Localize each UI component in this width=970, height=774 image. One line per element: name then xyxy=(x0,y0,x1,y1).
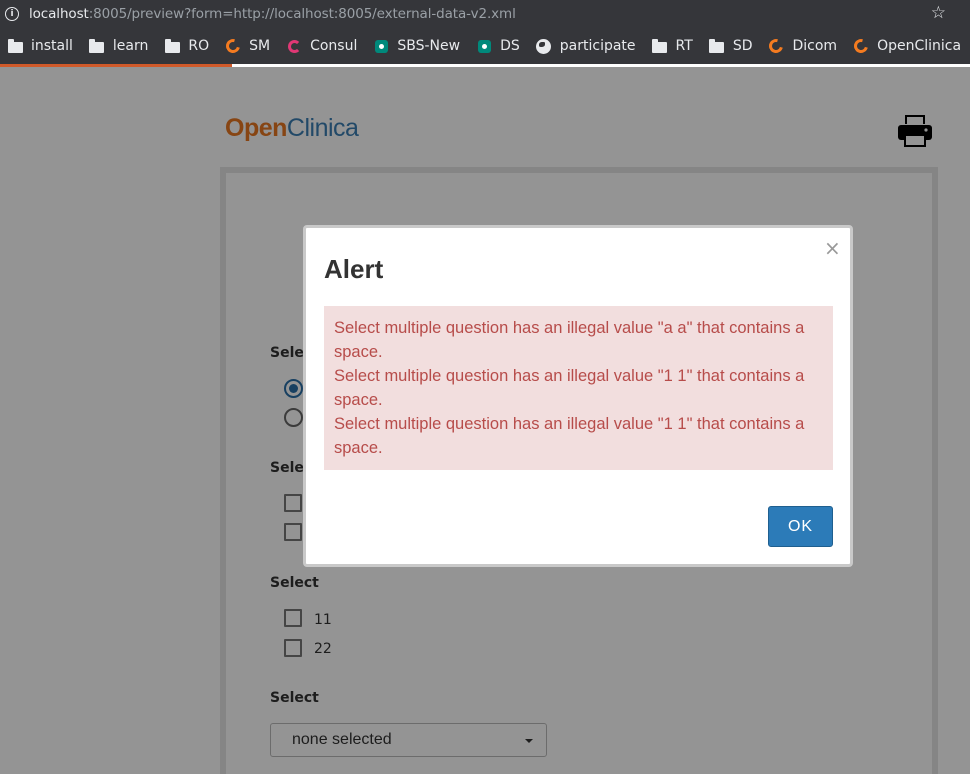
bookmark-label: Dicom xyxy=(792,38,838,54)
url-host: localhost xyxy=(29,6,89,22)
bookmark-ds[interactable]: DS xyxy=(476,38,520,54)
openclinica-icon xyxy=(851,36,871,56)
ok-button[interactable]: OK xyxy=(768,506,833,547)
close-icon[interactable]: × xyxy=(824,236,841,260)
bookmark-label: participate xyxy=(559,38,636,54)
info-icon[interactable]: i xyxy=(5,7,19,21)
bookmark-label: learn xyxy=(112,38,149,54)
bookmark-install[interactable]: install xyxy=(7,38,73,54)
bookmark-label: DS xyxy=(500,38,520,54)
error-message: Select multiple question has an illegal … xyxy=(334,367,805,409)
bookmark-consul[interactable]: Consul xyxy=(286,38,357,54)
bookmark-sd[interactable]: SD xyxy=(709,38,753,54)
bookmark-label: OpenClinica xyxy=(877,38,962,54)
consul-icon xyxy=(287,39,301,53)
bookmark-label: RO xyxy=(188,38,210,54)
bookmark-star-icon[interactable]: ☆ xyxy=(931,3,946,23)
meet-icon xyxy=(477,39,491,53)
folder-icon xyxy=(709,38,725,53)
dialog-title: Alert xyxy=(324,254,384,284)
bookmark-rt[interactable]: RT xyxy=(652,38,693,54)
bookmark-label: SD xyxy=(732,38,753,54)
bookmark-label: install xyxy=(31,38,73,54)
bookmark-dicom[interactable]: Dicom xyxy=(766,36,838,56)
bookmarks-bar: install learn RO SM Consul SBS-New DS pa… xyxy=(0,28,970,64)
alert-dialog: Alert × Select multiple question has an … xyxy=(303,225,853,567)
bookmark-label: SM xyxy=(249,38,271,54)
url-text[interactable]: localhost:8005/preview?form=http://local… xyxy=(29,6,516,22)
bookmark-ro[interactable]: RO xyxy=(164,38,209,54)
error-message-box: Select multiple question has an illegal … xyxy=(324,306,833,470)
address-bar[interactable]: i localhost:8005/preview?form=http://loc… xyxy=(0,0,970,28)
folder-icon xyxy=(7,38,23,53)
error-message: Select multiple question has an illegal … xyxy=(334,415,805,457)
bookmark-participate[interactable]: participate xyxy=(536,38,636,54)
url-path: :8005/preview?form=http://localhost:8005… xyxy=(88,6,516,22)
bookmark-label: SBS-New xyxy=(397,38,461,54)
bookmark-openclinica[interactable]: OpenClinica xyxy=(851,36,962,56)
bookmark-sbs-new[interactable]: SBS-New xyxy=(373,38,460,54)
globe-icon xyxy=(536,38,552,54)
openclinica-icon xyxy=(223,36,243,56)
error-message: Select multiple question has an illegal … xyxy=(334,319,805,361)
openclinica-icon xyxy=(766,36,787,56)
meet-icon xyxy=(374,39,388,53)
bookmark-label: Consul xyxy=(310,38,358,54)
bookmark-learn[interactable]: learn xyxy=(89,38,148,54)
bookmark-sm[interactable]: SM xyxy=(223,36,271,56)
folder-icon xyxy=(89,38,105,53)
folder-icon xyxy=(164,38,180,53)
folder-icon xyxy=(652,38,668,53)
bookmark-label: RT xyxy=(675,38,693,54)
